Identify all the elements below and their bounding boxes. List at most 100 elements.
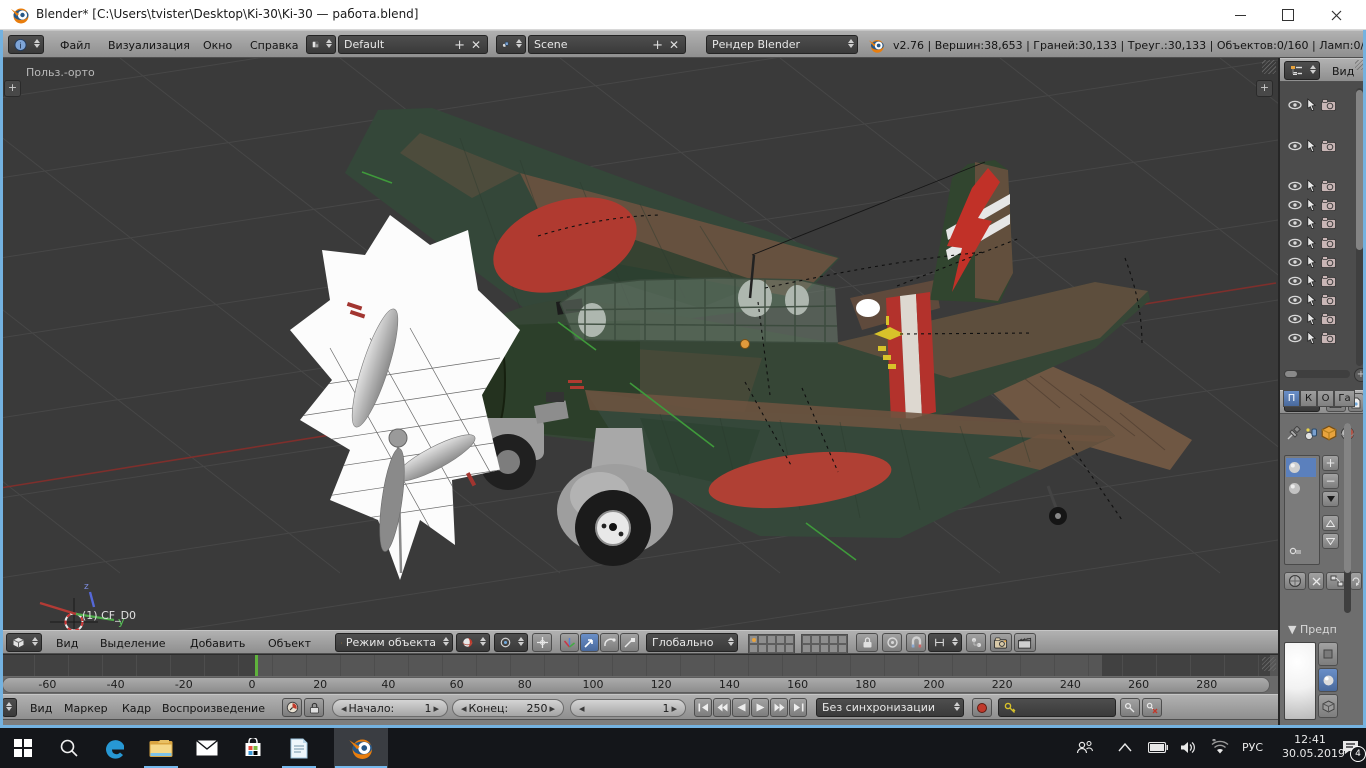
editor-type-selector-info[interactable]: i — [8, 35, 44, 54]
tray-expand-chevron-icon[interactable] — [1118, 743, 1132, 752]
frame-start-field[interactable]: ◂ Начало: 1 ▸ — [332, 699, 448, 717]
selectable-cursor-icon[interactable] — [1306, 274, 1317, 287]
preview-panel-header[interactable]: ▼ Предп — [1288, 623, 1337, 636]
jump-to-start-button[interactable] — [694, 698, 712, 717]
outliner-body[interactable] — [1280, 82, 1366, 390]
renderable-camera-icon[interactable] — [1321, 255, 1336, 268]
visibility-eye-icon[interactable] — [1288, 99, 1302, 111]
visibility-eye-icon[interactable] — [1288, 180, 1302, 192]
visibility-eye-icon[interactable] — [1288, 199, 1302, 211]
play-button[interactable] — [751, 698, 769, 717]
layer-cell[interactable] — [785, 635, 794, 644]
opengl-render-image-button[interactable] — [990, 633, 1012, 652]
layer-cell[interactable] — [838, 635, 847, 644]
wifi-icon[interactable]: * — [1210, 739, 1230, 756]
material-browse-button[interactable] — [1284, 572, 1306, 590]
menu-window[interactable]: Окно — [203, 39, 232, 52]
add-material-slot-button[interactable]: + — [1322, 455, 1339, 471]
start-button[interactable] — [0, 728, 46, 768]
material-type-volume[interactable]: О — [1317, 390, 1334, 407]
move-slot-down-button[interactable] — [1322, 533, 1339, 549]
layer-cell[interactable] — [758, 644, 767, 653]
layer-cell[interactable] — [749, 644, 758, 653]
close-button[interactable] — [1314, 0, 1358, 30]
editor-type-selector-3dview[interactable] — [6, 633, 42, 652]
menu-render[interactable]: Визуализация — [108, 39, 190, 52]
menu-view[interactable]: Вид — [56, 637, 78, 650]
editor-type-selector-timeline[interactable] — [2, 698, 17, 717]
material-slot-selected[interactable] — [1286, 458, 1316, 477]
visibility-eye-icon[interactable] — [1288, 332, 1302, 344]
editor-type-selector-outliner[interactable] — [1284, 61, 1320, 80]
keying-set-field[interactable] — [998, 698, 1116, 717]
timeline-menu-marker[interactable]: Маркер — [64, 702, 108, 715]
visibility-eye-icon[interactable] — [1288, 237, 1302, 249]
selectable-cursor-icon[interactable] — [1306, 198, 1317, 211]
viewport-3d[interactable]: y z Польз.-орто (1) CF_D0 + + — [0, 58, 1278, 630]
prev-keyframe-button[interactable] — [713, 698, 731, 717]
layer-cell[interactable] — [758, 635, 767, 644]
proportional-edit-selector[interactable] — [882, 633, 902, 652]
jump-to-end-button[interactable] — [789, 698, 807, 717]
renderable-camera-icon[interactable] — [1321, 216, 1336, 229]
lock-to-scene-toggle[interactable] — [856, 633, 878, 652]
layer-cell[interactable] — [767, 644, 776, 653]
selectable-cursor-icon[interactable] — [1306, 312, 1317, 325]
translate-manipulator-toggle[interactable] — [580, 633, 599, 652]
outliner-zoom-button[interactable]: + — [1354, 368, 1366, 382]
properties-vscrollbar[interactable] — [1344, 423, 1351, 613]
layer-cell[interactable] — [820, 644, 829, 653]
unlink-material-button[interactable] — [1308, 572, 1324, 590]
preview-sphere-button[interactable] — [1318, 668, 1338, 692]
preview-cube-button[interactable] — [1318, 694, 1338, 718]
battery-icon[interactable] — [1148, 742, 1168, 753]
selectable-cursor-icon[interactable] — [1306, 331, 1317, 344]
layer-cell[interactable] — [776, 644, 785, 653]
outliner-row[interactable] — [1280, 272, 1366, 289]
maximize-button[interactable] — [1266, 0, 1310, 30]
selectable-cursor-icon[interactable] — [1306, 98, 1317, 111]
object-tab-icon[interactable] — [1321, 425, 1337, 441]
scene-delete-icon[interactable]: ✕ — [669, 38, 679, 52]
visibility-eye-icon[interactable] — [1288, 294, 1302, 306]
move-slot-up-button[interactable] — [1322, 515, 1339, 531]
timeline-ruler[interactable]: -60 -40 -20 0 20 40 60 80 100 120 140 160 180 200 220 2… — [0, 676, 1278, 694]
renderable-camera-icon[interactable] — [1321, 274, 1336, 287]
selectable-cursor-icon[interactable] — [1306, 179, 1317, 192]
transform-orientation-selector[interactable]: Глобально — [646, 633, 738, 652]
remove-material-slot-button[interactable]: − — [1322, 473, 1339, 489]
renderable-camera-icon[interactable] — [1321, 139, 1336, 152]
material-type-surface[interactable]: П — [1283, 390, 1300, 407]
menu-add[interactable]: Добавить — [190, 637, 245, 650]
renderable-camera-icon[interactable] — [1321, 198, 1336, 211]
rotate-manipulator-toggle[interactable] — [600, 633, 619, 652]
scene-add-icon[interactable]: + — [652, 38, 663, 53]
taskbar-notepad-button[interactable] — [276, 728, 322, 768]
screen-layout-icon-button[interactable] — [306, 35, 336, 54]
outliner-row[interactable] — [1280, 196, 1366, 213]
delete-keyframe-button[interactable] — [1142, 698, 1162, 717]
timeline-corner-grip[interactable] — [1262, 657, 1276, 671]
visibility-eye-icon[interactable] — [1288, 256, 1302, 268]
scene-field[interactable]: Scene + ✕ — [528, 35, 686, 54]
visibility-eye-icon[interactable] — [1288, 140, 1302, 152]
outliner-row[interactable] — [1280, 291, 1366, 308]
layer-cell[interactable] — [802, 635, 811, 644]
screen-layout-field[interactable]: Default + ✕ — [338, 35, 488, 54]
renderable-camera-icon[interactable] — [1321, 179, 1336, 192]
timeline-frames-area[interactable] — [0, 654, 1278, 676]
taskbar-mail-button[interactable] — [184, 728, 230, 768]
timeline-menu-playback[interactable]: Воспроизведение — [162, 702, 265, 715]
scale-manipulator-toggle[interactable] — [620, 633, 639, 652]
auto-keyframe-toggle[interactable] — [972, 698, 992, 717]
visibility-eye-icon[interactable] — [1288, 217, 1302, 229]
manipulate-center-points-toggle[interactable] — [532, 633, 552, 652]
renderable-camera-icon[interactable] — [1321, 236, 1336, 249]
corner-grip[interactable] — [1262, 60, 1276, 74]
renderable-camera-icon[interactable] — [1321, 312, 1336, 325]
layer-cell[interactable] — [820, 635, 829, 644]
current-frame-marker[interactable] — [255, 655, 258, 676]
layer-cell[interactable] — [811, 644, 820, 653]
scene-icon-button[interactable] — [496, 35, 526, 54]
taskbar-explorer-button[interactable] — [138, 728, 184, 768]
